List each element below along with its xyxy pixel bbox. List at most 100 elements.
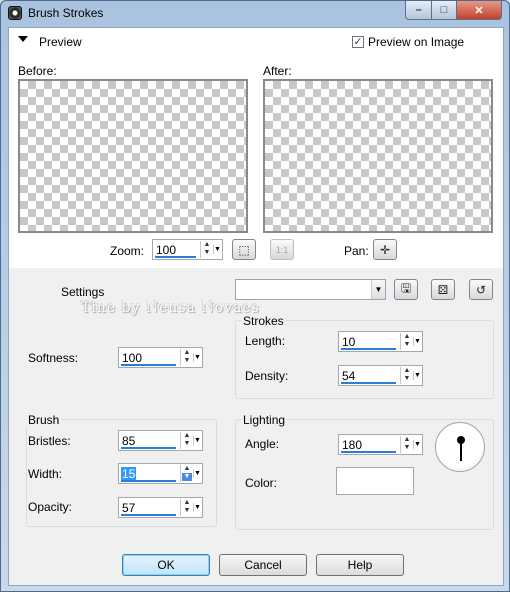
light-color-swatch[interactable] bbox=[336, 467, 414, 495]
color-label: Color: bbox=[245, 476, 278, 490]
opacity-spinner[interactable]: 57 ▲ ▼ ▼ bbox=[118, 497, 203, 518]
randomize-dice-icon: ⚄ bbox=[437, 282, 449, 297]
pan-label: Pan: bbox=[344, 244, 369, 258]
spin-up-icon[interactable]: ▲ bbox=[402, 367, 412, 375]
density-underline bbox=[341, 382, 396, 384]
preview-on-image-label[interactable]: Preview on Image bbox=[368, 35, 464, 49]
spin-down-icon[interactable]: ▼ bbox=[182, 473, 192, 481]
chevron-down-icon[interactable]: ▼ bbox=[413, 337, 421, 346]
brush-group-title: Brush bbox=[26, 413, 62, 427]
width-spinner[interactable]: 15 ▲ ▼ ▼ bbox=[118, 463, 203, 484]
bristles-label: Bristles: bbox=[28, 434, 71, 448]
close-icon: ✕ bbox=[474, 4, 484, 17]
spin-up-icon[interactable]: ▲ bbox=[182, 499, 192, 507]
angle-spinner[interactable]: 180 ▲ ▼ ▼ bbox=[338, 434, 423, 455]
angle-underline bbox=[341, 451, 396, 453]
spin-down-icon[interactable]: ▼ bbox=[182, 507, 192, 515]
before-preview[interactable] bbox=[18, 79, 248, 233]
spin-down-icon[interactable]: ▼ bbox=[182, 357, 192, 365]
chevron-down-icon[interactable]: ▼ bbox=[413, 440, 421, 449]
zoom-actual-size-button[interactable]: 1:1 bbox=[270, 239, 294, 260]
angle-dial[interactable] bbox=[435, 422, 485, 472]
after-label: After: bbox=[263, 64, 292, 78]
preview-on-image-checkbox[interactable]: ✓ bbox=[352, 36, 364, 48]
zoom-label: Zoom: bbox=[110, 244, 145, 258]
before-label: Before: bbox=[18, 64, 57, 78]
randomize-button[interactable]: ⚄ bbox=[431, 279, 455, 300]
spin-up-icon[interactable]: ▲ bbox=[202, 241, 212, 249]
save-preset-button[interactable]: 🖫 bbox=[394, 279, 418, 300]
spin-down-icon[interactable]: ▼ bbox=[182, 440, 192, 448]
settings-label: Settings bbox=[61, 285, 105, 299]
chevron-down-icon[interactable]: ▼ bbox=[193, 469, 201, 478]
softness-value[interactable]: 100 bbox=[122, 351, 142, 365]
move-crosshair-icon: ✛ bbox=[379, 242, 391, 257]
chevron-down-icon[interactable]: ▼ bbox=[193, 503, 201, 512]
chevron-down-icon[interactable]: ▼ bbox=[193, 353, 201, 362]
angle-label: Angle: bbox=[245, 437, 280, 451]
cancel-button[interactable]: Cancel bbox=[219, 554, 307, 576]
reset-button[interactable]: ↺ bbox=[469, 279, 493, 300]
after-preview[interactable] bbox=[263, 79, 493, 233]
watermark: Tine by Neusa Novaes bbox=[81, 300, 260, 316]
zoom-fit-button[interactable]: ⬚ bbox=[232, 239, 256, 260]
zoom-one-to-one-icon: 1:1 bbox=[275, 244, 289, 255]
spin-up-icon[interactable]: ▲ bbox=[402, 333, 412, 341]
dialog-body: Preview ✓ Preview on Image Before: After… bbox=[8, 27, 504, 586]
length-spinner[interactable]: 10 ▲ ▼ ▼ bbox=[338, 331, 423, 352]
brush-strokes-dialog: Brush Strokes – □ ✕ Preview ✓ Preview on… bbox=[0, 0, 510, 592]
preview-section-label: Preview bbox=[39, 35, 82, 49]
chevron-down-icon[interactable]: ▼ bbox=[371, 280, 385, 299]
minimize-icon: – bbox=[415, 4, 422, 16]
width-value[interactable]: 15 bbox=[121, 467, 137, 481]
spin-up-icon[interactable]: ▲ bbox=[182, 349, 192, 357]
opacity-underline bbox=[121, 514, 176, 516]
help-button[interactable]: Help bbox=[316, 554, 404, 576]
zoom-value[interactable]: 100 bbox=[156, 243, 176, 257]
collapse-preview-icon[interactable] bbox=[18, 36, 28, 42]
maximize-icon: □ bbox=[440, 4, 448, 16]
angle-dial-knob[interactable] bbox=[457, 436, 465, 444]
spin-up-icon[interactable]: ▲ bbox=[182, 432, 192, 440]
close-button[interactable]: ✕ bbox=[456, 1, 502, 20]
spin-down-icon[interactable]: ▼ bbox=[402, 341, 412, 349]
length-label: Length: bbox=[245, 334, 286, 348]
angle-value[interactable]: 180 bbox=[342, 438, 362, 452]
softness-label: Softness: bbox=[28, 351, 79, 365]
preset-dropdown[interactable]: ▼ bbox=[235, 279, 386, 300]
spin-down-icon[interactable]: ▼ bbox=[402, 375, 412, 383]
reset-icon: ↺ bbox=[475, 282, 487, 297]
window-title: Brush Strokes bbox=[28, 6, 104, 20]
softness-underline bbox=[121, 364, 176, 366]
spin-up-icon[interactable]: ▲ bbox=[402, 436, 412, 444]
bristles-value[interactable]: 85 bbox=[122, 434, 135, 448]
lighting-group-title: Lighting bbox=[241, 413, 288, 427]
length-value[interactable]: 10 bbox=[342, 335, 355, 349]
maximize-button[interactable]: □ bbox=[431, 1, 457, 20]
density-value[interactable]: 54 bbox=[342, 369, 355, 383]
spin-down-icon[interactable]: ▼ bbox=[402, 444, 412, 452]
density-label: Density: bbox=[245, 369, 289, 383]
bristles-underline bbox=[121, 447, 176, 449]
bristles-spinner[interactable]: 85 ▲ ▼ ▼ bbox=[118, 430, 203, 451]
opacity-value[interactable]: 57 bbox=[122, 501, 135, 515]
minimize-button[interactable]: – bbox=[405, 1, 432, 20]
title-bar[interactable]: Brush Strokes – □ ✕ bbox=[1, 1, 509, 26]
zoom-spinner[interactable]: 100 ▲ ▼ ▼ bbox=[152, 239, 223, 260]
spin-down-icon[interactable]: ▼ bbox=[202, 249, 212, 257]
chevron-down-icon[interactable]: ▼ bbox=[213, 245, 221, 254]
width-label: Width: bbox=[28, 467, 63, 481]
strokes-group-title: Strokes bbox=[241, 314, 286, 328]
length-underline bbox=[341, 348, 396, 350]
softness-spinner[interactable]: 100 ▲ ▼ ▼ bbox=[118, 347, 203, 368]
chevron-down-icon[interactable]: ▼ bbox=[413, 371, 421, 380]
app-lens-icon bbox=[8, 6, 22, 20]
ok-button[interactable]: OK bbox=[122, 554, 210, 576]
spin-up-icon[interactable]: ▲ bbox=[182, 465, 192, 473]
save-preset-icon: 🖫 bbox=[400, 281, 412, 295]
width-underline bbox=[121, 480, 176, 482]
chevron-down-icon[interactable]: ▼ bbox=[193, 436, 201, 445]
density-spinner[interactable]: 54 ▲ ▼ ▼ bbox=[338, 365, 423, 386]
pan-button[interactable]: ✛ bbox=[373, 239, 397, 260]
zoom-fit-icon: ⬚ bbox=[238, 242, 250, 257]
